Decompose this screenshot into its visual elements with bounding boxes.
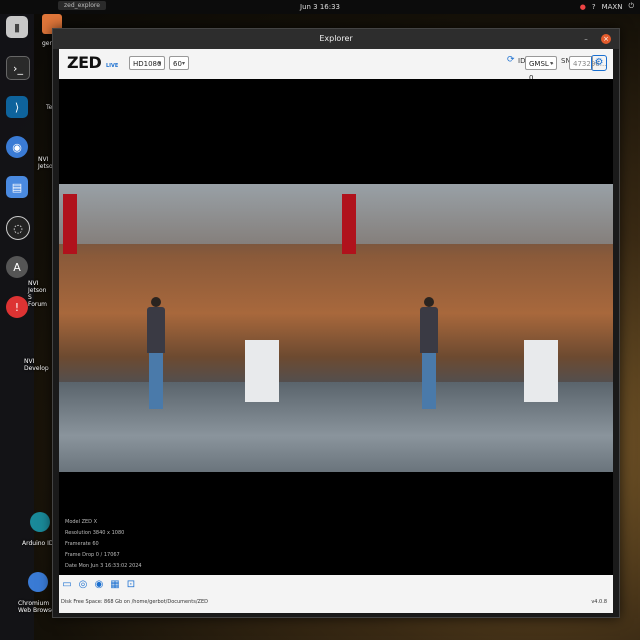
refresh-icon[interactable]: ⟳ bbox=[507, 55, 515, 65]
window-title: Explorer bbox=[319, 34, 353, 43]
left-camera-image bbox=[59, 184, 336, 472]
chromium-icon[interactable]: ◉ bbox=[6, 136, 28, 158]
camera-info-panel: Model ZED X Resolution 3840 x 1080 Frame… bbox=[65, 517, 142, 572]
stream-icon[interactable]: ◉ bbox=[93, 579, 105, 591]
terminal-icon[interactable]: ›_ bbox=[6, 56, 30, 80]
top-bar-app-tab[interactable]: zed_explore bbox=[58, 1, 106, 10]
editor-icon[interactable]: ▤ bbox=[6, 176, 28, 198]
atrium-skylight bbox=[59, 184, 336, 244]
toolbar: ZED LIVE HD1080 ▾ 60 ▾ ⟳ ID GMSL - 0 ▾ S… bbox=[59, 49, 613, 82]
explorer-window: Explorer – × ZED LIVE HD1080 ▾ 60 ▾ ⟳ ID… bbox=[52, 28, 620, 618]
top-bar: zed_explore Jun 3 16:33 ● ? MAXN ⏻ bbox=[0, 0, 640, 14]
atrium-floor bbox=[336, 382, 613, 472]
files-icon[interactable]: ▮ bbox=[6, 16, 28, 38]
snapshot-icon[interactable]: ⊡ bbox=[125, 579, 137, 591]
help-icon[interactable]: ! bbox=[6, 296, 28, 318]
desktop-label-jetson-forum[interactable]: NVI Jetson S Forum bbox=[28, 280, 50, 308]
disk-free-status: Disk Free Space: 868 Gb on /home/gerbot/… bbox=[61, 599, 208, 605]
info-framerate: Framerate 60 bbox=[65, 541, 99, 547]
bottom-bar: ▭ ◎ ◉ ▦ ⊡ Disk Free Space: 868 Gb on /ho… bbox=[59, 575, 613, 613]
record-icon[interactable]: ◎ bbox=[77, 579, 89, 591]
minimize-icon[interactable]: – bbox=[581, 34, 591, 44]
chevron-down-icon: ▾ bbox=[157, 60, 161, 67]
stereo-feed bbox=[59, 184, 613, 472]
person-figure bbox=[420, 297, 438, 417]
chevron-down-icon: ▾ bbox=[181, 60, 185, 67]
software-icon[interactable]: A bbox=[6, 256, 28, 278]
obs-icon[interactable]: ◌ bbox=[6, 216, 30, 240]
title-bar[interactable]: Explorer – × bbox=[53, 29, 619, 49]
desktop-label-nvi-jetso[interactable]: NVI Jetso bbox=[38, 156, 53, 170]
display-banner bbox=[524, 340, 558, 402]
display-banner bbox=[245, 340, 279, 402]
camera-select[interactable]: GMSL - 0 ▾ bbox=[525, 56, 557, 82]
help-icon[interactable]: ? bbox=[592, 3, 596, 11]
atrium-floor bbox=[59, 382, 336, 472]
desktop-label-nvi-develop[interactable]: NVI Develop bbox=[24, 358, 49, 372]
info-model: Model ZED X bbox=[65, 519, 98, 525]
resolution-select[interactable]: HD1080 ▾ bbox=[129, 56, 165, 70]
vscode-icon[interactable]: ⟩ bbox=[6, 96, 28, 118]
version-label: v4.0.8 bbox=[591, 599, 607, 605]
fps-select[interactable]: 60 ▾ bbox=[169, 56, 189, 70]
chevron-down-icon: ▾ bbox=[549, 60, 553, 67]
system-tray[interactable]: ● ? MAXN ⏻ bbox=[580, 2, 634, 11]
fps-value: 60 bbox=[173, 60, 182, 68]
logo-subtitle: LIVE bbox=[106, 63, 119, 69]
person-figure bbox=[147, 297, 165, 417]
windows-icon[interactable]: ▦ bbox=[109, 579, 121, 591]
clock[interactable]: Jun 3 16:33 bbox=[300, 3, 340, 11]
red-wall-panel bbox=[342, 194, 356, 254]
chromium-desktop-icon[interactable] bbox=[28, 572, 48, 592]
serial-number-field[interactable]: 473296... bbox=[569, 56, 606, 70]
user-label[interactable]: MAXN bbox=[602, 3, 623, 11]
close-icon[interactable]: × bbox=[601, 34, 611, 44]
right-camera-image bbox=[336, 184, 613, 472]
arduino-icon[interactable] bbox=[30, 512, 50, 532]
video-viewer[interactable]: Model ZED X Resolution 3840 x 1080 Frame… bbox=[59, 79, 613, 575]
power-icon[interactable]: ⏻ bbox=[628, 2, 634, 11]
zed-logo: ZED bbox=[67, 53, 102, 72]
red-wall-panel bbox=[63, 194, 77, 254]
settings-gear-icon[interactable]: ⚙ bbox=[591, 55, 607, 71]
network-icon[interactable]: ● bbox=[580, 3, 586, 11]
info-date: Date Mon Jun 3 16:33:02 2024 bbox=[65, 563, 142, 569]
info-frame-drop: Frame Drop 0 / 17067 bbox=[65, 552, 120, 558]
folder-icon[interactable]: ▭ bbox=[61, 579, 73, 591]
info-resolution: Resolution 3840 x 1080 bbox=[65, 530, 125, 536]
atrium-skylight bbox=[336, 184, 613, 244]
